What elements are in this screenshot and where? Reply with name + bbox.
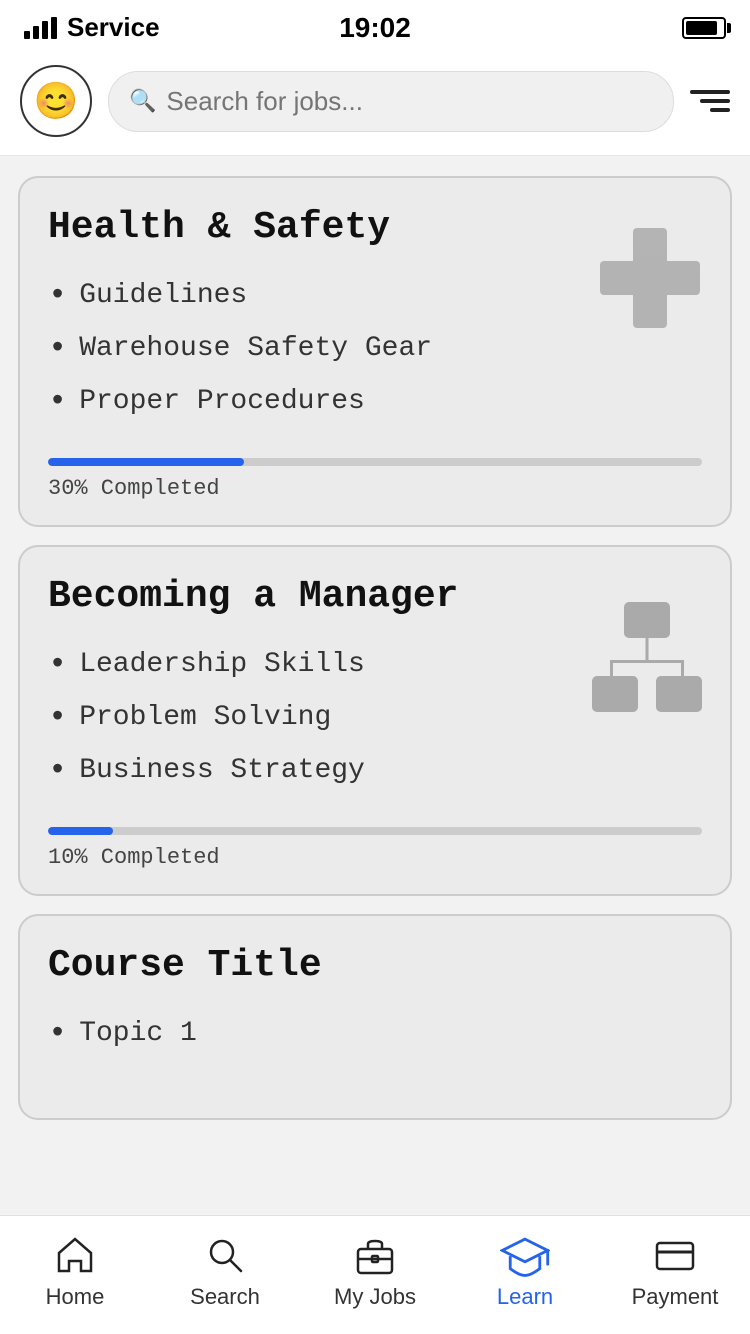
nav-label-search: Search: [190, 1284, 260, 1310]
topic-item: Warehouse Safety Gear: [48, 322, 702, 375]
home-icon: [50, 1232, 100, 1278]
progress-section-1: 30% Completed: [48, 458, 702, 501]
course-card-generic[interactable]: Course Title Topic 1: [18, 914, 732, 1120]
carrier-name: Service: [67, 12, 160, 43]
filter-icon[interactable]: [690, 90, 730, 112]
course-card-health-safety[interactable]: Health & Safety Guidelines Warehouse Saf…: [18, 176, 732, 527]
nav-item-my-jobs[interactable]: My Jobs: [300, 1232, 450, 1310]
nav-label-home: Home: [46, 1284, 105, 1310]
battery-fill: [686, 21, 717, 35]
nav-item-payment[interactable]: Payment: [600, 1232, 750, 1310]
bottom-navigation: Home Search My Jobs: [0, 1215, 750, 1334]
progress-bar-bg: [48, 458, 702, 466]
briefcase-icon: [350, 1232, 400, 1278]
topic-item: Topic 1: [48, 1007, 702, 1060]
nav-item-search[interactable]: Search: [150, 1232, 300, 1310]
battery-icon: [682, 17, 726, 39]
nav-label-payment: Payment: [632, 1284, 719, 1310]
app-header: 😊 🔍: [0, 51, 750, 156]
course-title-3: Course Title: [48, 944, 702, 987]
signal-icon: [24, 17, 57, 39]
logo-icon: 😊: [34, 80, 79, 122]
status-bar: Service 19:02: [0, 0, 750, 51]
topic-item: Business Strategy: [48, 744, 702, 797]
progress-label-2: 10% Completed: [48, 845, 220, 870]
app-logo: 😊: [20, 65, 92, 137]
progress-bar-bg: [48, 827, 702, 835]
nav-label-my-jobs: My Jobs: [334, 1284, 416, 1310]
topic-item: Proper Procedures: [48, 375, 702, 428]
progress-section-2: 10% Completed: [48, 827, 702, 870]
payment-icon: [650, 1232, 700, 1278]
org-chart-icon: [592, 602, 702, 712]
main-content: Health & Safety Guidelines Warehouse Saf…: [0, 156, 750, 1280]
carrier-signal: Service: [24, 12, 160, 43]
search-input[interactable]: [166, 86, 653, 117]
progress-bar-fill: [48, 827, 113, 835]
course-card-manager[interactable]: Becoming a Manager Leadership Skills Pro…: [18, 545, 732, 896]
course-topics-3: Topic 1: [48, 1007, 702, 1060]
search-nav-icon: [200, 1232, 250, 1278]
status-time: 19:02: [339, 12, 411, 44]
nav-label-learn: Learn: [497, 1284, 553, 1310]
nav-item-learn[interactable]: Learn: [450, 1232, 600, 1310]
nav-item-home[interactable]: Home: [0, 1232, 150, 1310]
search-bar[interactable]: 🔍: [108, 71, 674, 132]
search-icon: 🔍: [129, 88, 156, 114]
progress-label-1: 30% Completed: [48, 476, 220, 501]
progress-bar-fill: [48, 458, 244, 466]
medical-cross-icon: [600, 228, 700, 328]
learn-icon: [500, 1232, 550, 1278]
